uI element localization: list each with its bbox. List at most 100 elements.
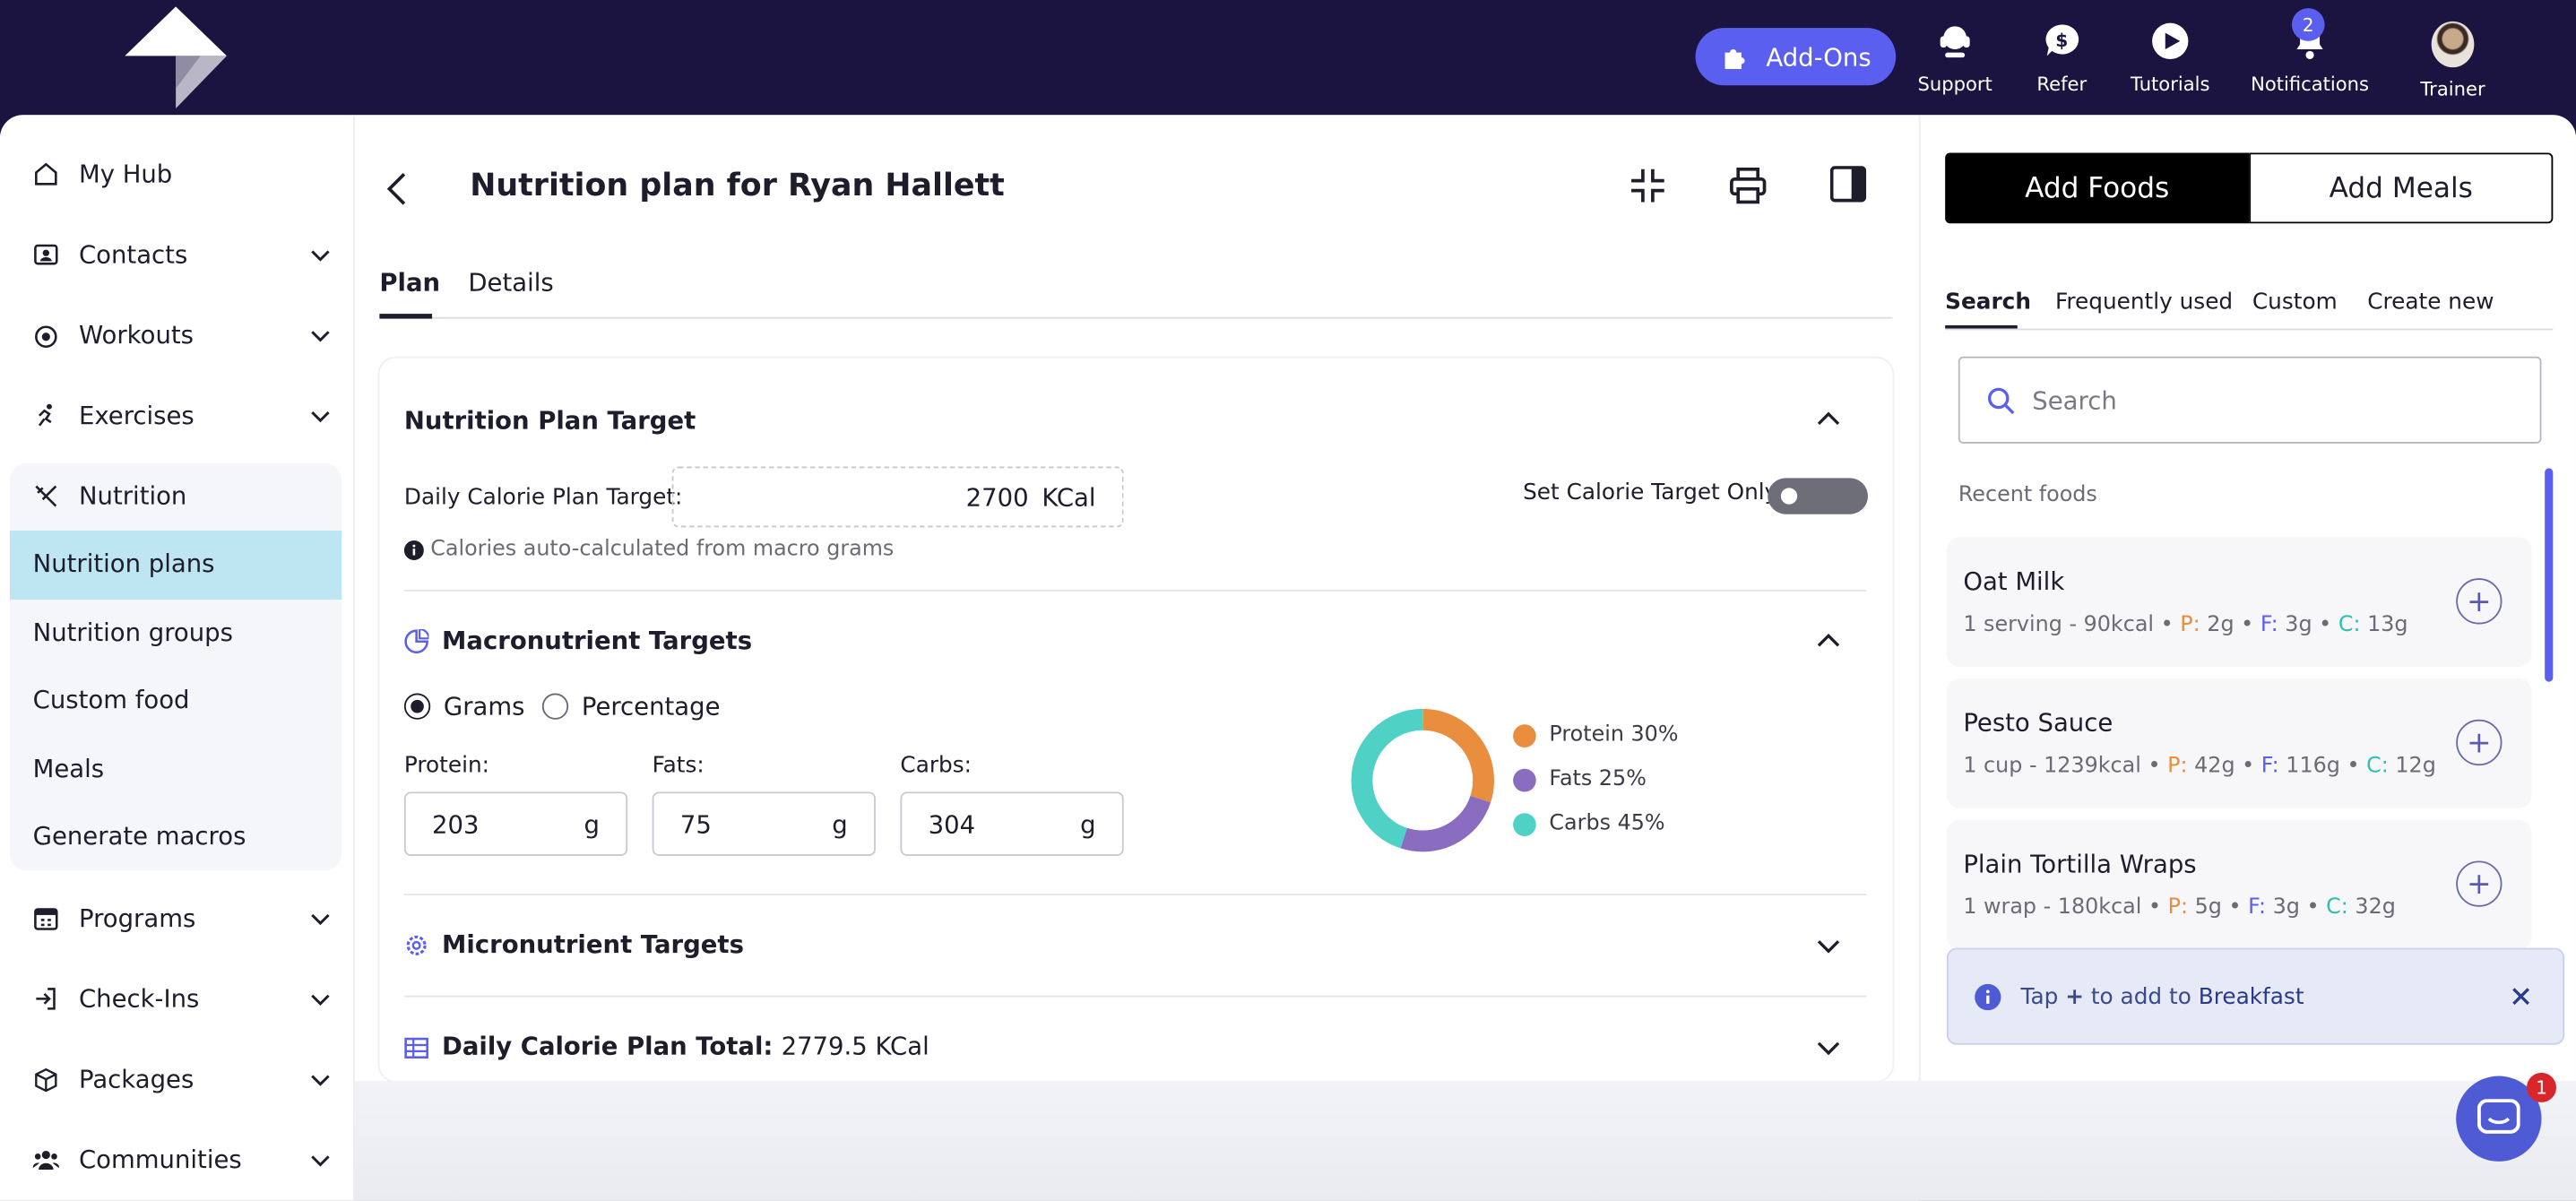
fat-tag: F: — [2260, 612, 2278, 638]
chevron-down-icon[interactable] — [1817, 938, 1840, 955]
tab-plan[interactable]: Plan — [379, 268, 440, 298]
sidebar-sub-generate-macros[interactable]: Generate macros — [33, 821, 246, 851]
add-ons-button[interactable]: Add-Ons — [1695, 28, 1897, 86]
sidebar-sub-nutrition-groups[interactable]: Nutrition groups — [33, 618, 233, 647]
sidebar-item-exercises[interactable]: Exercises — [33, 396, 330, 436]
package-icon — [35, 1067, 57, 1093]
tab-details[interactable]: Details — [468, 268, 553, 298]
chevron-down-icon[interactable] — [309, 1067, 333, 1091]
refer-nav[interactable]: $ Refer — [2034, 20, 2089, 95]
tab-frequently-used[interactable]: Frequently used — [2055, 289, 2233, 315]
brand-logo-icon[interactable] — [122, 4, 230, 112]
food-protein: 42g — [2194, 754, 2235, 779]
add-food-button[interactable]: + — [2456, 860, 2503, 907]
search-icon — [1987, 386, 2015, 414]
active-tab-underline — [379, 314, 433, 319]
chevron-down-icon[interactable] — [309, 404, 333, 428]
support-label: Support — [1917, 72, 1993, 96]
chevron-down-icon[interactable] — [309, 1148, 333, 1171]
auto-calc-note: Calories auto-calculated from macro gram… — [403, 537, 894, 562]
sidebar-item-communities[interactable]: Communities — [32, 1140, 330, 1179]
print-icon[interactable] — [1728, 166, 1768, 205]
users-icon — [32, 1150, 59, 1171]
sidebar-sub-nutrition-plans[interactable]: Nutrition plans — [33, 549, 215, 578]
food-name: Plain Tortilla Wraps — [1963, 849, 2197, 879]
carbs-input[interactable]: 304 g — [900, 791, 1124, 856]
back-arrow-icon[interactable] — [385, 171, 408, 207]
legend-label: Carbs 45% — [1549, 811, 1665, 836]
close-icon[interactable] — [2512, 988, 2530, 1006]
chevron-down-icon[interactable] — [309, 988, 333, 1011]
table-icon — [404, 1037, 428, 1058]
food-fat: 3g — [2285, 612, 2312, 638]
sidebar-item-packages[interactable]: Packages — [33, 1059, 330, 1099]
sidebar-item-check-ins[interactable]: Check-Ins — [33, 979, 330, 1018]
sidebar-item-my-hub[interactable]: My Hub — [33, 154, 313, 194]
plan-tabs: Plan Details — [379, 260, 1893, 319]
sidebar-item-label: Check-Ins — [78, 983, 200, 1014]
radio-empty-indicator — [541, 693, 569, 720]
sidebar-sub-meals[interactable]: Meals — [33, 754, 104, 783]
chevron-down-icon[interactable] — [309, 324, 333, 347]
toast-prefix: Tap — [2020, 982, 2059, 1010]
search-placeholder: Search — [2032, 384, 2117, 415]
daily-target-label: Daily Calorie Plan Target: — [403, 484, 683, 512]
add-meals-button[interactable]: Add Meals — [2249, 152, 2554, 224]
notifications-nav[interactable]: 2 Notifications — [2251, 8, 2369, 95]
percentage-radio-label: Percentage — [581, 691, 721, 721]
legend-label: Fats 25% — [1549, 766, 1647, 792]
puzzle-icon — [1725, 48, 1745, 69]
unit-g: g — [832, 808, 848, 839]
sidebar-sub-custom-food[interactable]: Custom food — [33, 685, 190, 714]
chevron-down-icon[interactable] — [309, 907, 333, 930]
sidebar-item-programs[interactable]: Programs — [33, 899, 330, 938]
recent-foods-label: Recent foods — [1958, 482, 2097, 508]
add-ons-label: Add-Ons — [1766, 41, 1871, 72]
chevron-up-icon[interactable] — [1817, 633, 1840, 649]
protein-input[interactable]: 203 g — [403, 791, 628, 856]
add-foods-button[interactable]: Add Foods — [1945, 152, 2250, 224]
contacts-icon — [34, 244, 58, 265]
sidebar-item-label: Nutrition — [78, 481, 187, 512]
food-search-input[interactable]: Search — [1958, 356, 2542, 444]
sidebar-item-workouts[interactable]: Workouts — [33, 315, 330, 355]
trainer-nav[interactable]: Trainer — [2420, 21, 2485, 100]
nutrition-group — [9, 462, 342, 871]
sidebar-item-label: My Hub — [78, 159, 173, 189]
nutrition-target-card: Nutrition Plan Target Daily Calorie Plan… — [379, 358, 1893, 1082]
side-panel-icon[interactable] — [1829, 166, 1867, 203]
collapse-icon[interactable] — [1629, 168, 1665, 203]
info-icon — [1975, 982, 2001, 1010]
dollar-chat-icon: $ — [2040, 20, 2083, 63]
micro-section-title: Micronutrient Targets — [442, 929, 744, 960]
food-carbs: 13g — [2367, 612, 2408, 638]
fats-input[interactable]: 75 g — [652, 791, 876, 856]
food-meta: 1 serving - 90kcal • P: 2g • F: 3g • C: … — [1963, 612, 2408, 638]
food-card[interactable]: Plain Tortilla Wraps 1 wrap - 180kcal • … — [1946, 819, 2532, 950]
pie-chart-icon — [404, 629, 429, 654]
add-food-button[interactable]: + — [2456, 719, 2503, 766]
tab-search[interactable]: Search — [1945, 289, 2031, 315]
tab-custom[interactable]: Custom — [2252, 289, 2338, 315]
add-food-button[interactable]: + — [2456, 578, 2503, 625]
sidebar-item-contacts[interactable]: Contacts — [33, 235, 330, 274]
fat-tag: F: — [2260, 754, 2279, 779]
grams-radio[interactable]: Grams — [403, 692, 524, 721]
percentage-radio[interactable]: Percentage — [541, 691, 721, 721]
tab-create-new[interactable]: Create new — [2367, 289, 2494, 315]
sidebar-item-nutrition[interactable]: Nutrition — [33, 477, 313, 516]
food-card[interactable]: Oat Milk 1 serving - 90kcal • P: 2g • F:… — [1946, 537, 2532, 668]
divider — [403, 995, 1867, 998]
food-card[interactable]: Pesto Sauce 1 cup - 1239kcal • P: 42g • … — [1946, 678, 2532, 808]
kcal-unit: KCal — [1042, 481, 1096, 512]
chevron-down-icon[interactable] — [1817, 1040, 1840, 1056]
chevron-up-icon[interactable] — [1817, 410, 1840, 427]
chevron-down-icon[interactable] — [309, 243, 333, 266]
tabs-divider — [1945, 328, 2554, 331]
support-nav[interactable]: Support — [1917, 20, 1993, 96]
tutorials-nav[interactable]: Tutorials — [2131, 20, 2210, 95]
daily-target-field[interactable]: 2700 KCal — [671, 466, 1124, 528]
scrollbar[interactable] — [2545, 468, 2554, 682]
sidebar-item-label: Packages — [78, 1064, 194, 1094]
calorie-only-toggle[interactable] — [1768, 478, 1869, 514]
